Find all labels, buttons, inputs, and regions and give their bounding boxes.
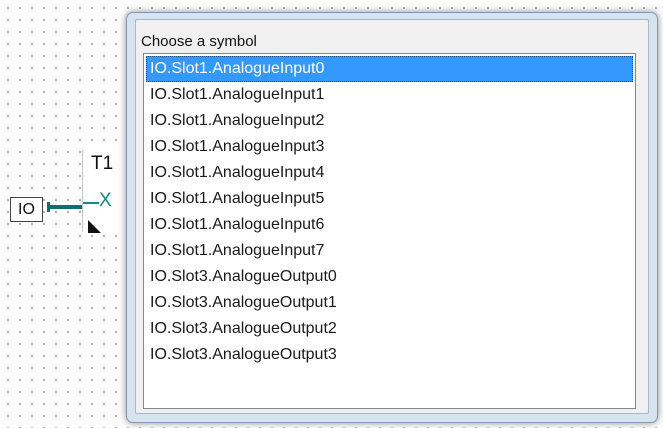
block-title: T1 (91, 153, 114, 174)
list-item[interactable]: IO.Slot3.AnalogueOutput3 (146, 342, 633, 368)
choose-symbol-dialog: Choose a symbol IO.Slot1.AnalogueInput0 I… (126, 12, 658, 423)
input-pin-line (83, 202, 99, 204)
input-pin-x[interactable]: X (99, 190, 112, 212)
symbol-listbox[interactable]: IO.Slot1.AnalogueInput0 IO.Slot1.Analogue… (143, 53, 636, 409)
list-item[interactable]: IO.Slot1.AnalogueInput5 (146, 186, 633, 212)
list-item[interactable]: IO.Slot1.AnalogueInput1 (146, 82, 633, 108)
io-symbol-box[interactable]: IO (10, 197, 43, 222)
list-item[interactable]: IO.Slot1.AnalogueInput7 (146, 238, 633, 264)
list-item[interactable]: IO.Slot3.AnalogueOutput1 (146, 290, 633, 316)
diagram-canvas[interactable]: T1 X IO Choose a symbol IO.Slot1.Analogu… (0, 0, 663, 428)
list-item[interactable]: IO.Slot1.AnalogueInput0 (146, 56, 633, 82)
list-item[interactable]: IO.Slot1.AnalogueInput2 (146, 108, 633, 134)
list-item[interactable]: IO.Slot1.AnalogueInput3 (146, 134, 633, 160)
list-item[interactable]: IO.Slot1.AnalogueInput6 (146, 212, 633, 238)
list-item[interactable]: IO.Slot3.AnalogueOutput2 (146, 316, 633, 342)
io-wire[interactable] (48, 205, 82, 209)
list-item[interactable]: IO.Slot1.AnalogueInput4 (146, 160, 633, 186)
dialog-title: Choose a symbol (141, 33, 257, 50)
list-item[interactable]: IO.Slot3.AnalogueOutput0 (146, 264, 633, 290)
block-corner-marker-icon (88, 220, 101, 233)
